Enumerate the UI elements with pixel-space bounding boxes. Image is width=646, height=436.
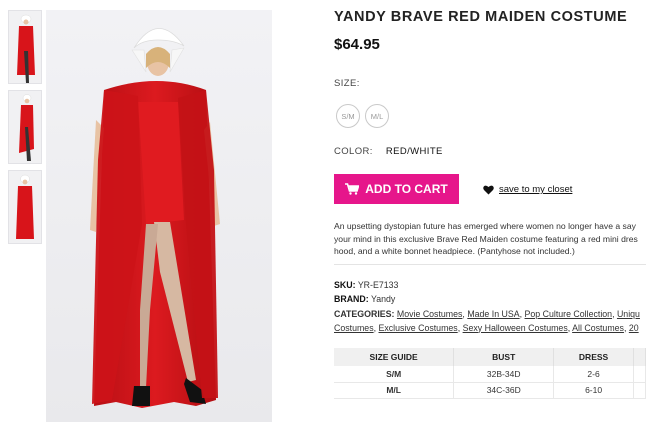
size-options: S/M M/L [336, 104, 389, 128]
costume-illustration [46, 10, 272, 422]
size-option-sm[interactable]: S/M [336, 104, 360, 128]
size-guide-header: SIZE GUIDE [334, 348, 455, 366]
color-row: COLOR: RED/WHITE [334, 146, 443, 157]
save-to-closet-label: save to my closet [499, 184, 573, 195]
size-label: SIZE: [334, 78, 360, 89]
brand-value: Yandy [371, 294, 396, 304]
size-cell: S/M [334, 366, 455, 383]
overflow-cell [633, 366, 646, 383]
thumbnail-figure [19, 94, 34, 161]
category-link[interactable]: Movie Costumes [397, 309, 463, 319]
bust-cell: 32B-34D [453, 366, 555, 383]
thumbnail-figure [16, 174, 34, 239]
color-value: RED/WHITE [385, 146, 443, 157]
categories-line-2: Costumes, Exclusive Costumes, Sexy Hallo… [334, 322, 639, 333]
categories-line-1: CATEGORIES: Movie Costumes, Made In USA,… [334, 309, 640, 319]
color-label: COLOR: [334, 146, 373, 157]
dress-header: DRESS [553, 348, 635, 366]
main-product-image [46, 10, 272, 422]
description-line: hood, and a white bonnet headpiece. (Pan… [334, 246, 575, 256]
size-option-ml[interactable]: M/L [365, 104, 389, 128]
category-link[interactable]: Pop Culture Collection [525, 309, 613, 319]
bust-cell: 34C-36D [453, 382, 555, 399]
brand-label: BRAND: [334, 294, 369, 304]
size-guide-header-row: SIZE GUIDE BUST DRESS [334, 348, 646, 366]
categories-label: CATEGORIES: [334, 309, 395, 319]
thumbnail-1[interactable] [8, 10, 42, 84]
heart-icon [483, 185, 494, 194]
cart-icon [345, 183, 360, 195]
save-to-closet-link[interactable]: save to my closet [483, 184, 572, 195]
overflow-header [633, 348, 646, 366]
thumbnail-2[interactable] [8, 90, 42, 164]
bust-header: BUST [453, 348, 555, 366]
description-line: your mind in this exclusive Brave Red Ma… [334, 233, 638, 244]
description-line: An upsetting dystopian future has emerge… [334, 221, 636, 231]
thumbnail-list [8, 10, 44, 250]
sku-value: YR-E7133 [357, 280, 399, 290]
categories: CATEGORIES: Movie Costumes, Made In USA,… [334, 308, 646, 336]
thumbnail-3[interactable] [8, 170, 42, 244]
sku-label: SKU: [334, 280, 356, 290]
dress-cell: 2-6 [553, 366, 635, 383]
category-link[interactable]: 20 [629, 323, 639, 333]
add-to-cart-button[interactable]: ADD TO CART [334, 174, 459, 204]
thumbnail-figure [17, 14, 35, 83]
sku-row: SKU: YR-E7133 [334, 280, 398, 290]
size-cell: M/L [334, 382, 455, 399]
dress-cell: 6-10 [553, 382, 635, 399]
category-link[interactable]: Made In USA [467, 309, 519, 319]
brand-row: BRAND: Yandy [334, 294, 395, 304]
table-row: S/M 32B-34D 2-6 [334, 366, 646, 383]
add-to-cart-label: ADD TO CART [365, 182, 448, 196]
size-guide-table: SIZE GUIDE BUST DRESS S/M 32B-34D 2-6 M/… [334, 348, 646, 399]
category-link[interactable]: Costumes [334, 323, 374, 333]
category-link[interactable]: Sexy Halloween Costumes [463, 323, 568, 333]
category-link[interactable]: All Costumes [572, 323, 624, 333]
product-title: YANDY BRAVE RED MAIDEN COSTUME [334, 9, 628, 25]
product-price: $64.95 [334, 36, 380, 53]
category-link[interactable]: Exclusive Costumes [379, 323, 458, 333]
product-description: An upsetting dystopian future has emerge… [334, 220, 646, 258]
category-link[interactable]: Uniqu [617, 309, 640, 319]
table-row: M/L 34C-36D 6-10 [334, 382, 646, 399]
divider [334, 264, 646, 265]
overflow-cell [633, 382, 646, 399]
